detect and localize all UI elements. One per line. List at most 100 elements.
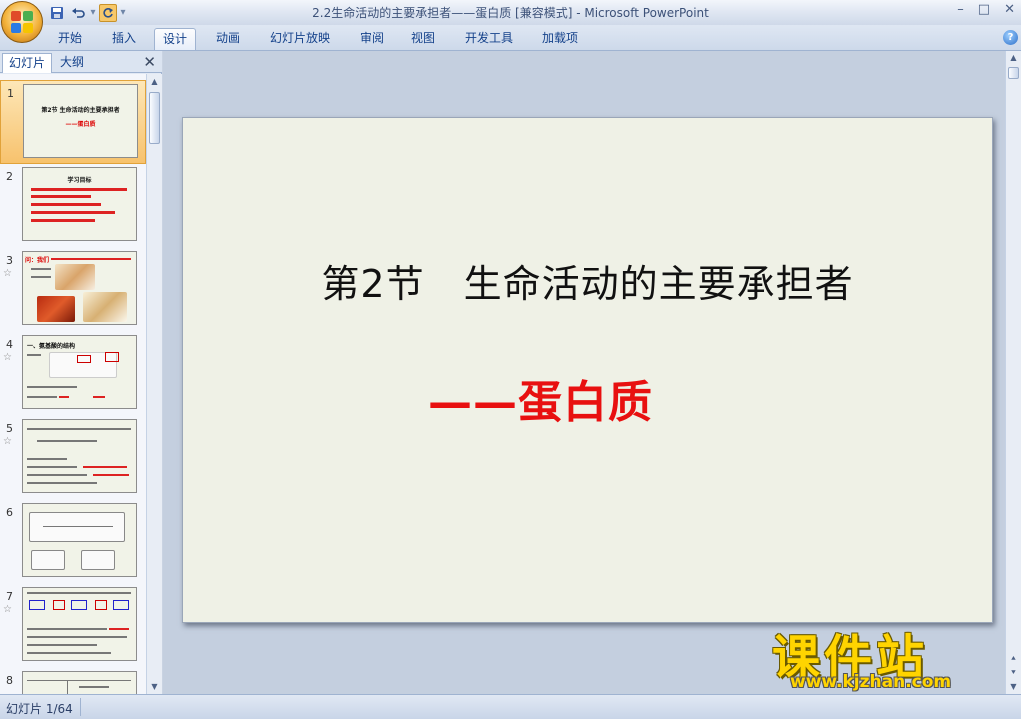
scroll-thumb[interactable] bbox=[1008, 67, 1019, 79]
slide-preview: 学习目标 bbox=[22, 167, 137, 241]
slide-number: 5 bbox=[6, 422, 13, 435]
maximize-button[interactable]: □ bbox=[978, 2, 990, 17]
tab-outline[interactable]: 大纲 bbox=[54, 53, 90, 73]
thumb-text-line bbox=[27, 644, 97, 646]
tab-design[interactable]: 设计 bbox=[154, 28, 197, 50]
tab-review[interactable]: 审阅 bbox=[352, 28, 392, 50]
slide-number: 2 bbox=[6, 170, 13, 183]
slide-thumbnail-2[interactable]: 2 学习目标 bbox=[0, 164, 146, 248]
redo-icon[interactable] bbox=[99, 3, 117, 22]
thumb-text-line bbox=[31, 195, 91, 198]
slide-preview bbox=[22, 587, 137, 661]
status-bar: 幻灯片 1/64 bbox=[0, 694, 1021, 719]
slide-thumbnail-6[interactable]: 6 bbox=[0, 500, 146, 584]
current-slide[interactable]: 第2节 生命活动的主要承担者 ——蛋白质 bbox=[182, 117, 993, 623]
thumb-text-line bbox=[27, 428, 131, 430]
slide-number: 3 bbox=[6, 254, 13, 267]
help-icon[interactable]: ? bbox=[1003, 30, 1018, 45]
chevron-down-icon[interactable]: ▾ bbox=[90, 4, 96, 22]
animation-star-icon: ☆ bbox=[3, 604, 12, 615]
tab-developer[interactable]: 开发工具 bbox=[457, 28, 521, 50]
thumb-text-line bbox=[27, 592, 131, 594]
slide-thumbnail-8[interactable]: 8 bbox=[0, 668, 146, 694]
slide-preview bbox=[22, 419, 137, 493]
slide-thumbnail-7[interactable]: 7 ☆ bbox=[0, 584, 146, 668]
thumb-text-line bbox=[93, 396, 105, 398]
slides-panel: 幻灯片 大纲 ✕ 1 第2节 生命活动的主要承担者 ——蛋白质 2 学习目标 3… bbox=[0, 51, 162, 694]
slide-number: 4 bbox=[6, 338, 13, 351]
thumb-text-line bbox=[31, 268, 51, 270]
close-panel-icon[interactable]: ✕ bbox=[143, 53, 156, 71]
highlight-box bbox=[95, 600, 107, 610]
tab-animation[interactable]: 动画 bbox=[208, 28, 248, 50]
diagram-line bbox=[43, 526, 113, 527]
slide-thumbnail-3[interactable]: 3 ☆ 问：我们 bbox=[0, 248, 146, 332]
scroll-up-icon[interactable]: ▲ bbox=[1006, 51, 1021, 65]
thumb-text-line bbox=[31, 188, 127, 191]
table-line bbox=[67, 680, 68, 694]
panel-scrollbar[interactable]: ▲ ▼ bbox=[146, 74, 162, 694]
thumb-title: 第2节 生命活动的主要承担者 bbox=[41, 107, 120, 114]
thumb-title: 学习目标 bbox=[67, 177, 92, 184]
minimize-button[interactable]: – bbox=[957, 2, 964, 17]
slide-thumbnail-1[interactable]: 1 第2节 生命活动的主要承担者 ——蛋白质 bbox=[0, 80, 146, 164]
thumb-subtitle: ——蛋白质 bbox=[65, 121, 96, 128]
scroll-up-icon[interactable]: ▲ bbox=[147, 74, 162, 89]
slide-number: 1 bbox=[7, 87, 14, 100]
thumb-text-line bbox=[31, 211, 115, 214]
next-slide-icon[interactable]: ⯆ bbox=[1006, 666, 1021, 680]
tab-slides[interactable]: 幻灯片 bbox=[2, 53, 53, 73]
thumb-text-line bbox=[37, 440, 97, 442]
thumb-text-line bbox=[27, 474, 87, 476]
slide-number: 7 bbox=[6, 590, 13, 603]
tab-slideshow[interactable]: 幻灯片放映 bbox=[262, 28, 338, 50]
thumb-text-line bbox=[79, 686, 109, 688]
slide-preview: 问：我们 bbox=[22, 251, 137, 325]
tab-addins[interactable]: 加载项 bbox=[534, 28, 586, 50]
thumb-text-line bbox=[27, 354, 41, 356]
window-controls: – □ ✕ bbox=[957, 2, 1015, 17]
tab-insert[interactable]: 插入 bbox=[104, 28, 144, 50]
undo-icon[interactable] bbox=[69, 4, 87, 22]
highlight-box bbox=[77, 355, 91, 363]
slide-preview bbox=[22, 503, 137, 577]
quick-access-toolbar: ▾ ▾ bbox=[48, 3, 126, 22]
slide-thumbnail-4[interactable]: 4 ☆ 一、氨基酸的结构 bbox=[0, 332, 146, 416]
tab-view[interactable]: 视图 bbox=[403, 28, 443, 50]
animation-star-icon: ☆ bbox=[3, 352, 12, 363]
watermark: 课件站 www.kjzhan.com bbox=[772, 618, 1004, 694]
close-button[interactable]: ✕ bbox=[1004, 2, 1015, 17]
thumb-text-line bbox=[31, 276, 51, 278]
highlight-box bbox=[71, 600, 87, 610]
scroll-thumb[interactable] bbox=[149, 92, 160, 144]
thumbnail-list: 1 第2节 生命活动的主要承担者 ——蛋白质 2 学习目标 3 ☆ 问：我们 4… bbox=[0, 74, 146, 694]
slide-number: 8 bbox=[6, 674, 13, 687]
ribbon-tabs: 开始 插入 设计 动画 幻灯片放映 审阅 视图 开发工具 加载项 ? bbox=[0, 25, 1021, 51]
thumb-text-line bbox=[59, 396, 69, 398]
food-image bbox=[55, 264, 95, 290]
slide-subtitle[interactable]: ——蛋白质 bbox=[428, 366, 653, 430]
slide-title[interactable]: 第2节 生命活动的主要承担者 bbox=[183, 253, 992, 308]
office-button[interactable] bbox=[1, 1, 43, 43]
food-image bbox=[83, 292, 127, 322]
slide-thumbnail-5[interactable]: 5 ☆ bbox=[0, 416, 146, 500]
diagram-box bbox=[31, 550, 65, 570]
window-title: 2.2生命活动的主要承担者——蛋白质 [兼容模式] - Microsoft Po… bbox=[312, 6, 709, 20]
highlight-box bbox=[105, 352, 119, 362]
slide-preview bbox=[22, 671, 137, 694]
customize-qat-icon[interactable]: ▾ bbox=[120, 4, 126, 22]
thumb-title: 一、氨基酸的结构 bbox=[27, 343, 76, 350]
scroll-down-icon[interactable]: ▼ bbox=[1006, 680, 1021, 694]
slide-preview: 一、氨基酸的结构 bbox=[22, 335, 137, 409]
thumb-text-line bbox=[27, 482, 97, 484]
scroll-down-icon[interactable]: ▼ bbox=[147, 679, 162, 694]
thumb-text-line bbox=[27, 628, 107, 630]
main-scrollbar[interactable]: ▲ ⯅ ⯆ ▼ bbox=[1005, 51, 1021, 694]
previous-slide-icon[interactable]: ⯅ bbox=[1006, 652, 1021, 666]
food-image bbox=[37, 296, 75, 322]
animation-star-icon: ☆ bbox=[3, 436, 12, 447]
animation-star-icon: ☆ bbox=[3, 268, 12, 279]
save-icon[interactable] bbox=[48, 4, 66, 22]
tab-home[interactable]: 开始 bbox=[50, 28, 90, 50]
thumb-text-line bbox=[27, 396, 57, 398]
